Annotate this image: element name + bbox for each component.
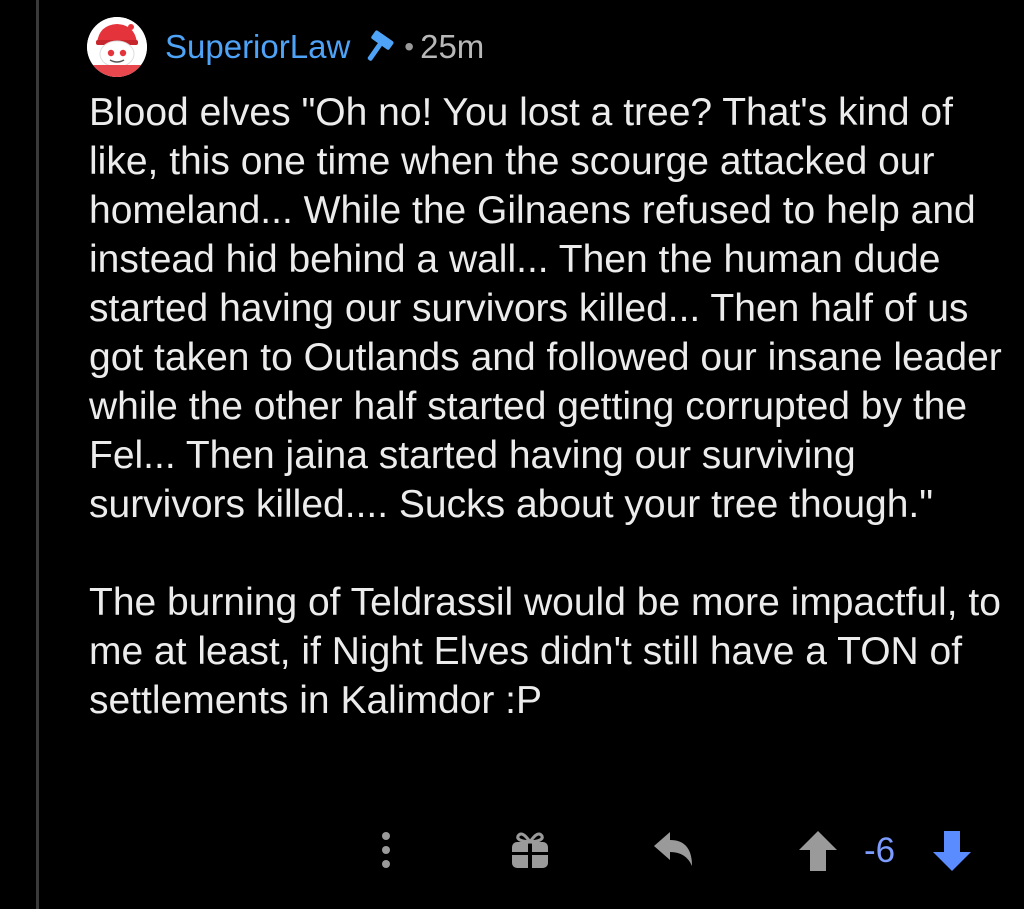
comment-paragraph-2: The burning of Teldrassil would be more …	[89, 581, 1001, 722]
timestamp: 25m	[420, 28, 485, 65]
hammer-icon	[360, 30, 400, 64]
downvote-arrow-icon	[933, 831, 971, 871]
reply-button[interactable]	[650, 828, 698, 872]
more-vertical-icon	[382, 832, 390, 868]
comment-paragraph-1: Blood elves "Oh no! You lost a tree? Tha…	[89, 91, 1002, 526]
thread-line[interactable]	[36, 0, 39, 909]
comment: SuperiorLaw • 25m Blood elves "Oh no! Yo…	[87, 16, 1009, 725]
comment-actions: -6	[0, 824, 1024, 876]
gift-award-icon	[512, 832, 548, 868]
reddit-snoo-avatar-icon	[87, 17, 147, 77]
meta-separator: •	[404, 31, 415, 62]
avatar[interactable]	[87, 17, 147, 77]
award-button[interactable]	[508, 828, 552, 872]
comment-body: Blood elves "Oh no! You lost a tree? Tha…	[89, 88, 1009, 725]
comment-header: SuperiorLaw • 25m	[87, 16, 1009, 78]
more-options-button[interactable]	[374, 828, 398, 872]
vote-score: -6	[864, 831, 896, 870]
upvote-arrow-icon	[799, 831, 837, 871]
reply-arrow-icon	[654, 832, 692, 866]
downvote-button[interactable]	[930, 828, 974, 874]
upvote-button[interactable]	[796, 828, 840, 874]
username[interactable]: SuperiorLaw	[165, 28, 350, 66]
